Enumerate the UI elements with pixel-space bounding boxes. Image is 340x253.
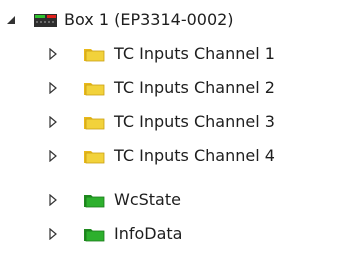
tree-node-tc-inputs-channel-3[interactable]: TC Inputs Channel 3 <box>0 105 275 139</box>
tree-node-label: InfoData <box>114 224 183 243</box>
folder-green-icon <box>82 224 106 244</box>
tree-node-infodata[interactable]: InfoData <box>0 217 182 251</box>
tree-view: Box 1 (EP3314-0002) TC Inputs Channel 1 <box>0 0 340 253</box>
tree-node-box-1[interactable]: Box 1 (EP3314-0002) <box>0 3 234 37</box>
expanded-arrow-icon[interactable] <box>4 13 18 27</box>
tree-node-label: TC Inputs Channel 3 <box>114 112 275 131</box>
folder-yellow-icon <box>82 146 106 166</box>
folder-yellow-icon <box>82 112 106 132</box>
tree-node-label: TC Inputs Channel 1 <box>114 44 275 63</box>
tree-node-tc-inputs-channel-1[interactable]: TC Inputs Channel 1 <box>0 37 275 71</box>
collapsed-arrow-icon[interactable] <box>46 193 60 207</box>
tree-node-wcstate[interactable]: WcState <box>0 183 181 217</box>
collapsed-arrow-icon[interactable] <box>46 149 60 163</box>
tree-node-label: TC Inputs Channel 2 <box>114 78 275 97</box>
folder-yellow-icon <box>82 78 106 98</box>
tree-node-label: TC Inputs Channel 4 <box>114 146 275 165</box>
collapsed-arrow-icon[interactable] <box>46 115 60 129</box>
collapsed-arrow-icon[interactable] <box>46 47 60 61</box>
collapsed-arrow-icon[interactable] <box>46 227 60 241</box>
tree-node-tc-inputs-channel-2[interactable]: TC Inputs Channel 2 <box>0 71 275 105</box>
collapsed-arrow-icon[interactable] <box>46 81 60 95</box>
ethercat-box-icon <box>33 10 59 30</box>
folder-yellow-icon <box>82 44 106 64</box>
tree-node-label: Box 1 (EP3314-0002) <box>64 10 234 29</box>
tree-node-tc-inputs-channel-4[interactable]: TC Inputs Channel 4 <box>0 139 275 173</box>
folder-green-icon <box>82 190 106 210</box>
tree-node-label: WcState <box>114 190 181 209</box>
